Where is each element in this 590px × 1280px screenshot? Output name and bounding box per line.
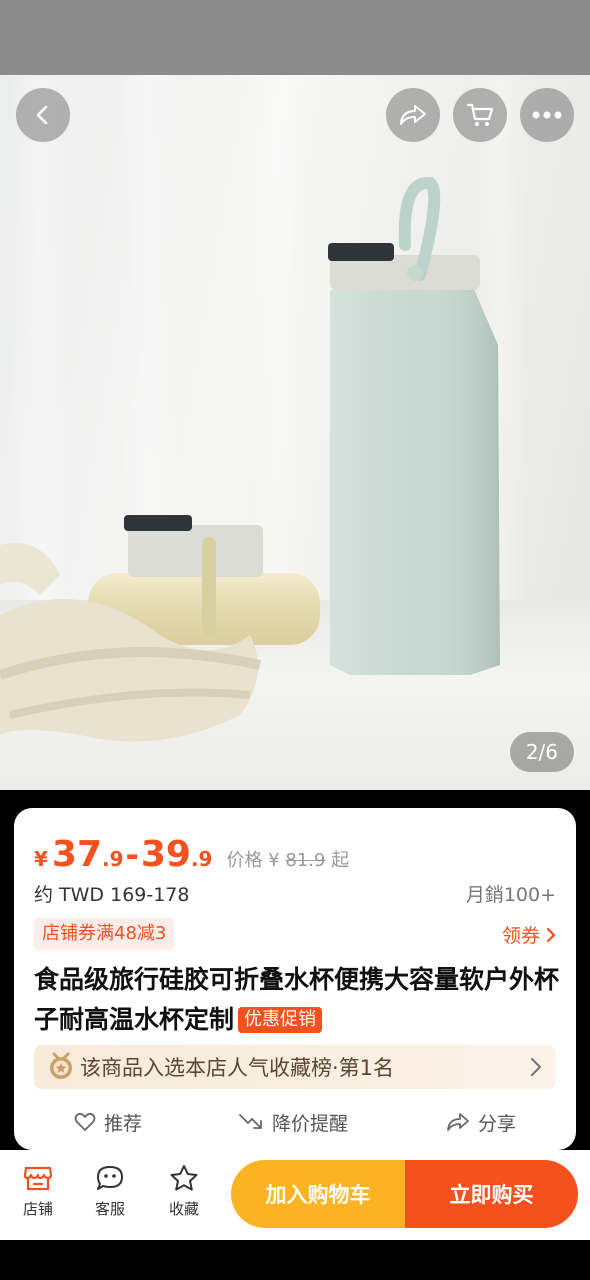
cart-icon — [466, 103, 494, 126]
share-arrow-icon — [447, 1113, 469, 1131]
star-icon — [170, 1165, 198, 1191]
service-tab[interactable]: 客服 — [80, 1164, 140, 1219]
price-low-int: 37 — [51, 834, 103, 875]
store-tab[interactable]: 店铺 — [8, 1164, 68, 1219]
share-arrow-icon — [400, 105, 426, 125]
original-price-label: 价格 ¥ — [226, 850, 280, 871]
price-high-int: 39 — [140, 834, 191, 875]
favorite-tab-label: 收藏 — [168, 1200, 199, 1218]
price-alert-label: 降价提醒 — [272, 1112, 349, 1135]
back-button[interactable] — [16, 88, 70, 142]
original-price: 价格 ¥ 81.9 起 — [226, 846, 349, 872]
recommend-action[interactable]: 推荐 — [74, 1109, 142, 1136]
share-action[interactable]: 分享 — [446, 1109, 516, 1136]
monthly-sales: 月銷100+ — [465, 884, 556, 906]
chevron-left-icon — [36, 105, 48, 125]
image-counter: 2/6 — [509, 732, 574, 772]
chevron-right-icon — [530, 1057, 542, 1077]
service-tab-label: 客服 — [94, 1200, 125, 1218]
get-coupon-link[interactable]: 领券 — [502, 921, 556, 948]
share-button[interactable] — [386, 88, 440, 142]
original-price-value: 81.9 — [285, 850, 326, 871]
cart-button[interactable] — [453, 88, 507, 142]
store-tab-label: 店铺 — [22, 1200, 53, 1218]
bottom-action-bar: 店铺 客服 收藏 加入购物车 立即购买 — [0, 1150, 590, 1240]
price-row: ¥ 37 .9 - 39 .9 价格 ¥ 81.9 起 — [34, 834, 349, 875]
share-label: 分享 — [478, 1112, 517, 1135]
favorite-tab[interactable]: 收藏 — [154, 1164, 214, 1219]
product-photo — [0, 176, 500, 742]
price-low-dec: .9 — [102, 847, 124, 871]
trend-down-icon — [239, 1114, 262, 1129]
product-image-carousel[interactable]: 2/6 — [0, 75, 590, 790]
price-alert-action[interactable]: 降价提醒 — [238, 1109, 348, 1136]
product-info-card: ¥ 37 .9 - 39 .9 价格 ¥ 81.9 起 约 TWD 169-17… — [14, 808, 576, 1150]
buy-now-button[interactable]: 立即购买 — [405, 1160, 578, 1228]
add-to-cart-button[interactable]: 加入购物车 — [231, 1160, 405, 1228]
action-row: 推荐 降价提醒 分享 — [14, 1102, 576, 1142]
price-high-dec: .9 — [190, 847, 213, 871]
recommend-label: 推荐 — [104, 1112, 143, 1135]
store-coupon-badge[interactable]: 店铺券满48减3 — [34, 918, 175, 950]
original-price-suffix: 起 — [331, 850, 350, 871]
medal-icon — [50, 1052, 72, 1079]
store-icon — [23, 1166, 53, 1191]
status-bar — [0, 0, 590, 75]
more-dots-icon — [532, 111, 562, 119]
promo-badge: 优惠促销 — [238, 1007, 323, 1033]
get-coupon-label: 领券 — [501, 925, 540, 947]
more-button[interactable] — [520, 88, 574, 142]
system-nav-bar — [0, 1240, 590, 1280]
price-currency: ¥ — [34, 847, 48, 871]
heart-icon — [74, 1112, 96, 1131]
price-dash: - — [125, 836, 139, 874]
popularity-rank-banner[interactable]: 该商品入选本店人气收藏榜·第1名 — [34, 1045, 556, 1089]
chevron-right-icon — [546, 927, 556, 942]
rank-text: 该商品入选本店人气收藏榜·第1名 — [80, 1056, 395, 1080]
product-title-block: 食品级旅行硅胶可折叠水杯便携大容量软户外杯子耐高温水杯定制 优惠促销 — [34, 960, 559, 1040]
twd-price-range: 约 TWD 169-178 — [34, 884, 190, 906]
chat-face-icon — [97, 1166, 123, 1190]
